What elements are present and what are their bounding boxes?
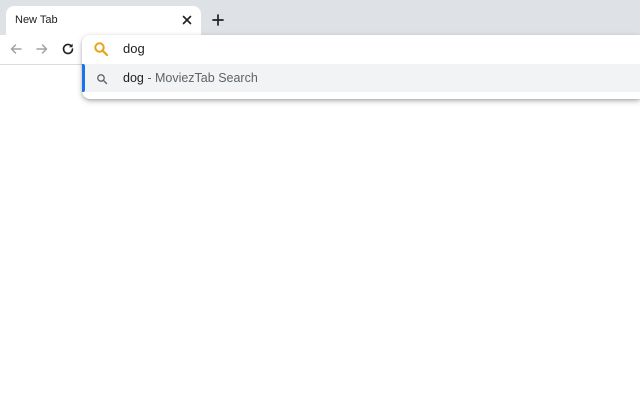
suggestion-query: dog [123,71,144,85]
omnibox [82,35,640,64]
search-icon [93,41,109,57]
suggestion-item[interactable]: dog - MoviezTab Search [82,64,640,92]
suggestion-provider: MoviezTab Search [154,71,258,85]
selection-indicator [82,64,85,92]
search-icon [96,72,108,85]
suggestion-separator: - [143,71,155,85]
back-arrow-icon[interactable] [8,41,24,57]
omnibox-dropdown: dog - MoviezTab Search [82,35,640,99]
tab-new-tab[interactable]: New Tab [6,6,201,35]
tab-title: New Tab [15,14,58,26]
tab-strip: New Tab [0,0,640,35]
close-icon[interactable] [180,13,194,27]
plus-icon[interactable] [210,12,226,28]
reload-icon[interactable] [60,41,76,57]
forward-arrow-icon[interactable] [34,41,50,57]
suggestion-text: dog - MoviezTab Search [123,71,258,86]
address-bar-input[interactable] [123,41,623,57]
